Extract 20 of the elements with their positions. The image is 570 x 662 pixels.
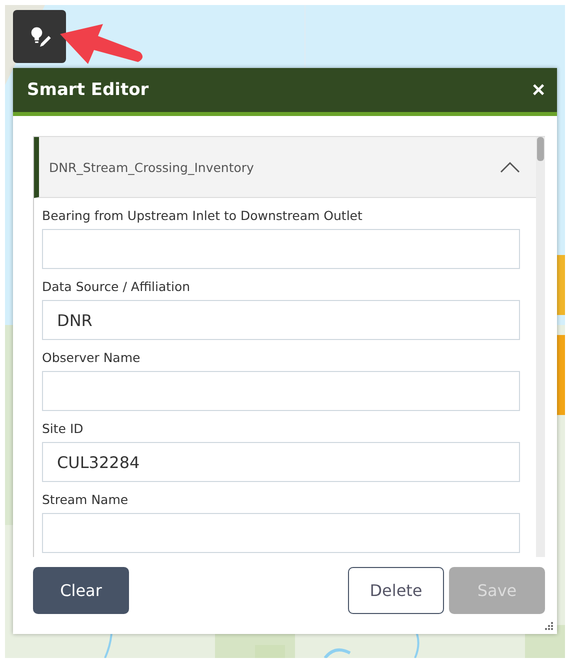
chevron-up-icon <box>500 161 520 173</box>
panel-title: Smart Editor <box>27 80 149 100</box>
field-label: Site ID <box>42 421 84 436</box>
field-label: Data Source / Affiliation <box>42 279 192 294</box>
field-label: Bearing from Upstream Inlet to Downstream Outlet <box>42 208 364 223</box>
action-button[interactable]: Clear <box>33 567 129 614</box>
input-field[interactable] <box>42 229 520 269</box>
scrollbar[interactable] <box>536 137 545 557</box>
layer-header[interactable]: DNR_Stream_Crossing_Inventory <box>34 137 536 198</box>
resize-grip-icon[interactable] <box>544 621 554 631</box>
field-label: Stream Name <box>42 492 130 507</box>
layer-title: DNR_Stream_Crossing_Inventory <box>49 160 254 174</box>
input-field[interactable]: DNR <box>42 300 520 340</box>
close-button[interactable]: × <box>532 77 545 103</box>
input-field[interactable]: CUL32284 <box>42 442 520 482</box>
input-field[interactable] <box>42 513 520 553</box>
field-label: Observer Name <box>42 350 142 365</box>
input-field[interactable] <box>42 371 520 411</box>
outline-button[interactable]: Delete <box>348 567 444 614</box>
smart-editor-button[interactable] <box>13 10 66 63</box>
